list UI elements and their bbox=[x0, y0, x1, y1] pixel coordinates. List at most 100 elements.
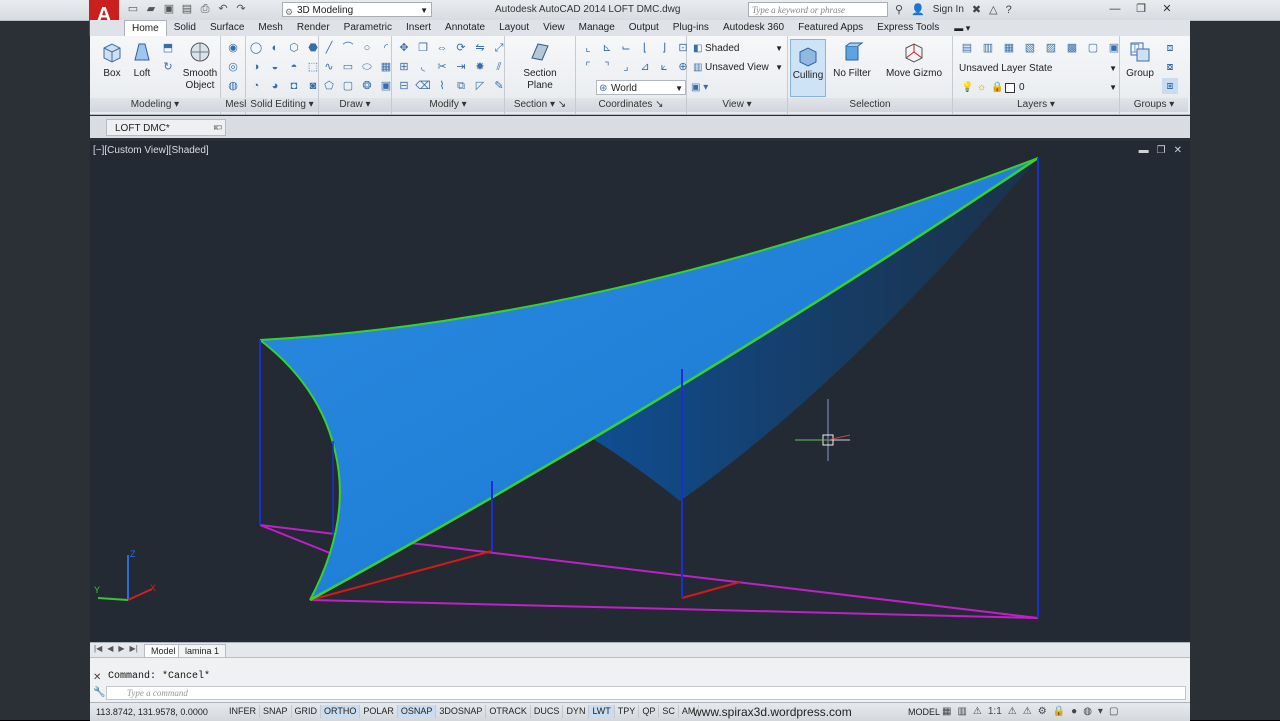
status-bar-menu-icon[interactable]: ▾ bbox=[1098, 706, 1103, 717]
visual-style-select[interactable]: ◧ Shaded ▼ bbox=[691, 41, 785, 56]
isolate-objects-icon[interactable]: ◍ bbox=[1083, 706, 1092, 717]
intersect-icon[interactable]: ⬡ bbox=[286, 40, 302, 56]
drawing-viewport[interactable]: Z Y X [−][Custom View][Shaded] ▬ ❐ ✕ bbox=[90, 141, 1190, 642]
region-icon[interactable]: ▢ bbox=[340, 78, 356, 94]
toggle-3dosnap[interactable]: 3DOSNAP bbox=[436, 705, 487, 718]
annotation-scale-value[interactable]: 1:1 bbox=[988, 706, 1002, 717]
helix-icon[interactable]: ❂ bbox=[359, 78, 375, 94]
panel-label-modify[interactable]: Modify ▾ bbox=[392, 98, 504, 112]
ucs-y-icon[interactable]: ⌋ bbox=[656, 40, 672, 56]
clean-screen-icon[interactable]: ▢ bbox=[1109, 706, 1118, 717]
sign-in-link[interactable]: Sign In bbox=[933, 4, 964, 15]
mesh-refine-icon[interactable]: ◍ bbox=[225, 78, 241, 94]
thicken-icon[interactable]: ◘ bbox=[286, 78, 302, 94]
polygon-icon[interactable]: ⬠ bbox=[321, 78, 337, 94]
tab-model[interactable]: Model bbox=[144, 644, 183, 658]
toggle-ortho[interactable]: ORTHO bbox=[321, 705, 361, 718]
ucs-object-icon[interactable]: ⌝ bbox=[599, 59, 615, 75]
loft-button[interactable]: Loft bbox=[122, 40, 162, 80]
quick-view-layouts-icon[interactable]: ▦ bbox=[942, 706, 951, 717]
binoculars-icon[interactable]: ⚲ bbox=[895, 3, 903, 16]
toggle-otrack[interactable]: OTRACK bbox=[486, 705, 531, 718]
new-icon[interactable]: ▭ bbox=[126, 2, 140, 16]
spline-icon[interactable]: ∿ bbox=[321, 59, 337, 75]
move-icon[interactable]: ✥ bbox=[396, 40, 412, 56]
tab-layout[interactable]: Layout bbox=[492, 20, 536, 36]
maximize-icon[interactable]: ❐ bbox=[1157, 145, 1166, 156]
save-as-icon[interactable]: ▤ bbox=[180, 2, 194, 16]
wrench-icon[interactable]: 🔧 bbox=[93, 687, 105, 698]
ucs-x-icon[interactable]: ⌊ bbox=[637, 40, 653, 56]
toggle-ducs[interactable]: DUCS bbox=[531, 705, 564, 718]
next-layout-icon[interactable]: ▶ bbox=[118, 644, 124, 653]
plot-icon[interactable]: ⎙ bbox=[198, 2, 212, 16]
ellipse-icon[interactable]: ⬭ bbox=[359, 59, 375, 75]
extrude-icon[interactable]: ⬒ bbox=[160, 40, 176, 56]
toggle-snap[interactable]: SNAP bbox=[260, 705, 292, 718]
new-tab-button[interactable]: ▭ bbox=[208, 119, 228, 136]
trim-icon[interactable]: ✂ bbox=[434, 59, 450, 75]
break-icon[interactable]: ⌇ bbox=[434, 78, 450, 94]
explode-icon[interactable]: ✸ bbox=[472, 59, 488, 75]
join-icon[interactable]: ⧉ bbox=[453, 78, 469, 94]
tab-express-tools[interactable]: Express Tools bbox=[870, 20, 946, 36]
layer-unisolate-icon[interactable]: ▧ bbox=[1022, 40, 1038, 56]
viewport-controls-label[interactable]: [−][Custom View][Shaded] bbox=[93, 145, 209, 156]
named-view-select[interactable]: ▥ Unsaved View ▼ bbox=[691, 60, 785, 75]
circle-icon[interactable]: ○ bbox=[359, 40, 375, 56]
model-space-button[interactable]: MODEL bbox=[908, 707, 940, 717]
tab-surface[interactable]: Surface bbox=[203, 20, 251, 36]
smooth-object-button[interactable]: Smooth Object bbox=[180, 40, 220, 92]
panel-label-selection[interactable]: Selection bbox=[788, 98, 952, 112]
user-icon[interactable]: 👤 bbox=[911, 3, 925, 16]
ucs-face-icon[interactable]: ⌜ bbox=[580, 59, 596, 75]
undo-icon[interactable]: ↶ bbox=[216, 2, 230, 16]
separate-icon[interactable]: ◑ bbox=[248, 59, 264, 75]
open-icon[interactable]: ▰ bbox=[144, 2, 158, 16]
chamfer-icon[interactable]: ◸ bbox=[472, 78, 488, 94]
group-select-icon[interactable]: ⧆ bbox=[1162, 78, 1178, 94]
group-button[interactable]: Group bbox=[1120, 40, 1160, 80]
command-input[interactable]: Type a command bbox=[106, 686, 1186, 700]
toggle-grid[interactable]: GRID bbox=[292, 705, 322, 718]
ucs-world-icon[interactable]: ⊾ bbox=[599, 40, 615, 56]
copy-icon[interactable]: ❐ bbox=[415, 40, 431, 56]
tab-solid[interactable]: Solid bbox=[167, 20, 203, 36]
coordinate-readout[interactable]: 113.8742, 131.9578, 0.0000 bbox=[96, 707, 208, 717]
minimize-icon[interactable]: — bbox=[1102, 0, 1128, 18]
no-filter-button[interactable]: No Filter bbox=[830, 40, 874, 80]
stretch-icon[interactable]: ⇔ bbox=[434, 40, 450, 56]
ribbon-toggle-icon[interactable]: ▬ ▾ bbox=[954, 23, 970, 34]
polyline-icon[interactable]: ⌒ bbox=[340, 40, 356, 56]
erase-icon[interactable]: ⌫ bbox=[415, 78, 431, 94]
toggle-tpy[interactable]: TPY bbox=[615, 705, 640, 718]
workspace-select[interactable]: ⚙ 3D Modeling ▼ bbox=[282, 2, 432, 17]
rotate-icon[interactable]: ⟳ bbox=[453, 40, 469, 56]
layer-off-icon[interactable]: ▩ bbox=[1064, 40, 1080, 56]
layer-isolate-icon[interactable]: ▦ bbox=[1001, 40, 1017, 56]
3d-scene[interactable]: Z Y X bbox=[90, 141, 1190, 642]
tab-view[interactable]: View bbox=[536, 20, 572, 36]
triangle-icon[interactable]: △ bbox=[989, 3, 997, 16]
tab-home[interactable]: Home bbox=[124, 20, 167, 36]
lock-icon[interactable]: 🔒 bbox=[1053, 706, 1065, 717]
tab-render[interactable]: Render bbox=[290, 20, 337, 36]
section-plane-button[interactable]: Section Plane bbox=[520, 40, 560, 92]
minimize-icon[interactable]: ▬ bbox=[1139, 145, 1149, 156]
toggle-osnap[interactable]: OSNAP bbox=[397, 705, 437, 718]
first-layout-icon[interactable]: |◀ bbox=[94, 644, 102, 653]
subtract-icon[interactable]: ◐ bbox=[267, 40, 283, 56]
redo-icon[interactable]: ↷ bbox=[234, 2, 248, 16]
toggle-lwt[interactable]: LWT bbox=[589, 705, 615, 718]
quick-view-drawings-icon[interactable]: ▥ bbox=[957, 706, 966, 717]
tab-output[interactable]: Output bbox=[622, 20, 666, 36]
panel-label-draw[interactable]: Draw ▾ bbox=[319, 98, 391, 112]
mirror-icon[interactable]: ⇋ bbox=[472, 40, 488, 56]
viewport-config[interactable]: ▣ ▾ bbox=[691, 80, 715, 95]
rectangle-icon[interactable]: ▭ bbox=[340, 59, 356, 75]
offset-edge-icon[interactable]: ◕ bbox=[267, 78, 283, 94]
tab-featured-apps[interactable]: Featured Apps bbox=[791, 20, 870, 36]
culling-button[interactable]: Culling bbox=[790, 39, 826, 97]
panel-label-view[interactable]: View ▾ bbox=[687, 98, 787, 112]
layer-state-select[interactable]: Unsaved Layer State ▼ bbox=[957, 61, 1119, 76]
